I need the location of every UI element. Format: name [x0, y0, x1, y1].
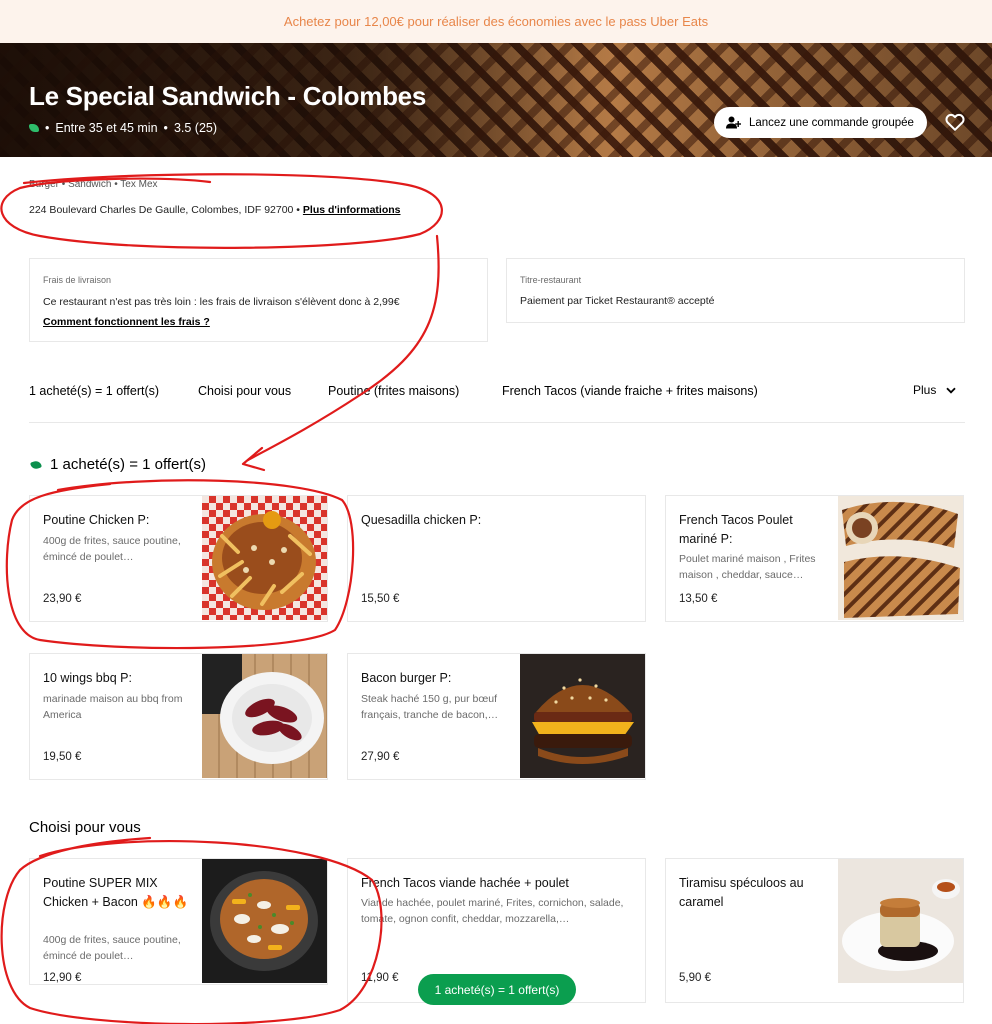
- item-photo-tiramisu: [838, 859, 963, 983]
- item-price: 23,90 €: [43, 593, 82, 605]
- restaurant-address: 224 Boulevard Charles De Gaulle, Colombe…: [29, 204, 401, 216]
- item-photo-wings: [202, 654, 327, 778]
- fees-explained-link[interactable]: Comment fonctionnent les frais ?: [43, 316, 210, 328]
- offer-leaf-icon: [29, 124, 39, 132]
- item-price: 15,50 €: [361, 593, 400, 605]
- tab-picked-for-you[interactable]: Choisi pour vous: [198, 384, 291, 398]
- favorite-heart-icon[interactable]: [944, 111, 966, 133]
- restaurant-title: Le Special Sandwich - Colombes: [29, 81, 426, 111]
- tiramisu-illustration: [842, 879, 960, 971]
- item-name: 10 wings bbq P:: [43, 671, 132, 685]
- item-name: Poutine Chicken P:: [43, 513, 150, 527]
- menu-item-card[interactable]: Tiramisu spéculoos au caramel 5,90 €: [665, 858, 964, 1003]
- annotation-arrow-head: [241, 446, 266, 472]
- item-photo-burger: [520, 654, 645, 778]
- floating-section-button[interactable]: 1 acheté(s) = 1 offert(s): [418, 974, 576, 1005]
- tab-poutine[interactable]: Poutine (frites maisons): [328, 384, 459, 398]
- fries-dish-illustration: [212, 511, 316, 610]
- restaurant-rating: 3.5 (25): [173, 121, 218, 135]
- restaurant-meta: • Entre 35 et 45 min • 3.5 (25): [29, 121, 217, 135]
- meta-separator: •: [163, 121, 168, 135]
- item-name: French Tacos viande hachée + poulet: [361, 876, 569, 890]
- item-name: Bacon burger P:: [361, 671, 452, 685]
- restaurant-hero: Le Special Sandwich - Colombes • Entre 3…: [0, 43, 992, 157]
- item-photo-poutine: [202, 496, 327, 620]
- uber-pass-promo-banner[interactable]: Achetez pour 12,00€ pour réaliser des éc…: [0, 0, 992, 43]
- more-info-link[interactable]: Plus d'informations: [303, 204, 401, 216]
- section-title-text: Choisi pour vous: [29, 819, 141, 836]
- tab-bogo[interactable]: 1 acheté(s) = 1 offert(s): [29, 384, 159, 398]
- group-order-button[interactable]: Lancez une commande groupée: [714, 107, 927, 138]
- menu-category-tabs: 1 acheté(s) = 1 offert(s) Choisi pour vo…: [29, 384, 965, 404]
- item-photo-poutine-mix: [202, 859, 327, 983]
- meal-voucher-text: Paiement par Ticket Restaurant® accepté: [520, 295, 715, 307]
- item-photo-tacos: [838, 496, 963, 620]
- burger-illustration: [532, 678, 634, 764]
- menu-item-card[interactable]: Bacon burger P: Steak haché 150 g, pur b…: [347, 653, 646, 780]
- delivery-fee-card: Frais de livraison Ce restaurant n'est p…: [29, 258, 488, 342]
- item-description: 400g de frites, sauce poutine, émincé de…: [43, 934, 181, 962]
- item-name: Tiramisu spéculoos au caramel: [679, 876, 804, 909]
- item-price: 12,90 €: [43, 972, 82, 984]
- delivery-fee-label: Frais de livraison: [43, 275, 112, 285]
- tab-french-tacos[interactable]: French Tacos (viande fraiche + frites ma…: [502, 384, 758, 398]
- item-description: marinade maison au bbq from America: [43, 693, 183, 721]
- more-categories-button[interactable]: Plus: [913, 383, 956, 397]
- item-name: Quesadilla chicken P:: [361, 513, 482, 527]
- item-price: 5,90 €: [679, 972, 711, 984]
- menu-item-card[interactable]: Poutine SUPER MIX Chicken + Bacon 🔥🔥🔥 40…: [29, 858, 328, 985]
- group-order-label: Lancez une commande groupée: [749, 116, 914, 129]
- menu-item-card[interactable]: French Tacos Poulet mariné P: Poulet mar…: [665, 495, 964, 622]
- item-price: 11,90 €: [361, 972, 399, 984]
- wings-plate-illustration: [202, 654, 324, 764]
- item-description: 400g de frites, sauce poutine, émincé de…: [43, 535, 181, 563]
- cuisine-tags: Burger • Sandwich • Tex Mex: [29, 179, 158, 190]
- item-name: French Tacos Poulet mariné P:: [679, 513, 793, 546]
- menu-item-card[interactable]: 10 wings bbq P: marinade maison au bbq f…: [29, 653, 328, 780]
- offer-tag-icon: [29, 459, 43, 470]
- item-description: Poulet mariné maison , Frites maison , c…: [679, 553, 816, 581]
- tabs-divider: [29, 422, 965, 423]
- item-price: 27,90 €: [361, 751, 400, 763]
- section-title-bogo: 1 acheté(s) = 1 offert(s): [29, 456, 207, 473]
- item-description: Viande hachée, poulet mariné, Frites, co…: [361, 897, 624, 925]
- item-name: Poutine SUPER MIX Chicken + Bacon 🔥🔥🔥: [43, 876, 189, 909]
- menu-item-card[interactable]: Quesadilla chicken P: 15,50 €: [347, 495, 646, 622]
- chevron-down-icon: [946, 387, 956, 394]
- tacos-illustration: [842, 501, 960, 618]
- add-person-icon: [726, 116, 741, 129]
- section-title-picked: Choisi pour vous: [29, 819, 141, 836]
- poutine-bowl-illustration: [210, 871, 318, 971]
- item-description: Steak haché 150 g, pur bœuf français, tr…: [361, 693, 499, 721]
- meal-voucher-card: Titre-restaurant Paiement par Ticket Res…: [506, 258, 965, 323]
- more-categories-label: Plus: [913, 383, 937, 397]
- meal-voucher-label: Titre-restaurant: [520, 275, 582, 285]
- address-text: 224 Boulevard Charles De Gaulle, Colombe…: [29, 204, 300, 216]
- item-price: 13,50 €: [679, 593, 718, 605]
- delivery-fee-text: Ce restaurant n'est pas très loin : les …: [43, 296, 400, 308]
- delivery-time: Entre 35 et 45 min: [55, 121, 158, 135]
- item-price: 19,50 €: [43, 751, 82, 763]
- section-title-text: 1 acheté(s) = 1 offert(s): [50, 456, 207, 473]
- menu-item-card[interactable]: Poutine Chicken P: 400g de frites, sauce…: [29, 495, 328, 622]
- meta-separator: •: [45, 121, 50, 135]
